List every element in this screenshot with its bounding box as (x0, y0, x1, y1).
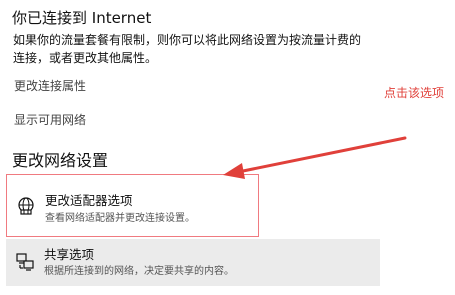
sharing-option-title: 共享选项 (44, 247, 95, 262)
sharing-icon (15, 252, 35, 272)
change-network-settings-heading: 更改网络设置 (12, 151, 109, 170)
connection-status-description: 如果你的流量套餐有限制，则你可以将此网络设置为按流量计费的连接，或者更改其他属性… (13, 33, 362, 65)
adapter-option-title: 更改适配器选项 (45, 193, 133, 208)
click-annotation: 点击该选项 (384, 86, 445, 100)
adapter-option-description: 查看网络适配器并更改连接设置。 (45, 213, 195, 224)
network-adapter-icon (16, 196, 36, 216)
show-available-networks-link[interactable]: 显示可用网络 (14, 112, 86, 128)
connection-status-title: 你已连接到 Internet (12, 9, 152, 27)
sharing-option-description: 根据所连接到的网络，决定要共享的内容。 (44, 266, 234, 277)
change-connection-properties-link[interactable]: 更改连接属性 (14, 78, 86, 94)
change-adapter-options[interactable]: 更改适配器选项 查看网络适配器并更改连接设置。 (6, 174, 259, 237)
network-status-page: 你已连接到 Internet 如果你的流量套餐有限制，则你可以将此网络设置为按流… (0, 0, 455, 295)
sharing-options[interactable]: 共享选项 根据所连接到的网络，决定要共享的内容。 (6, 239, 380, 286)
